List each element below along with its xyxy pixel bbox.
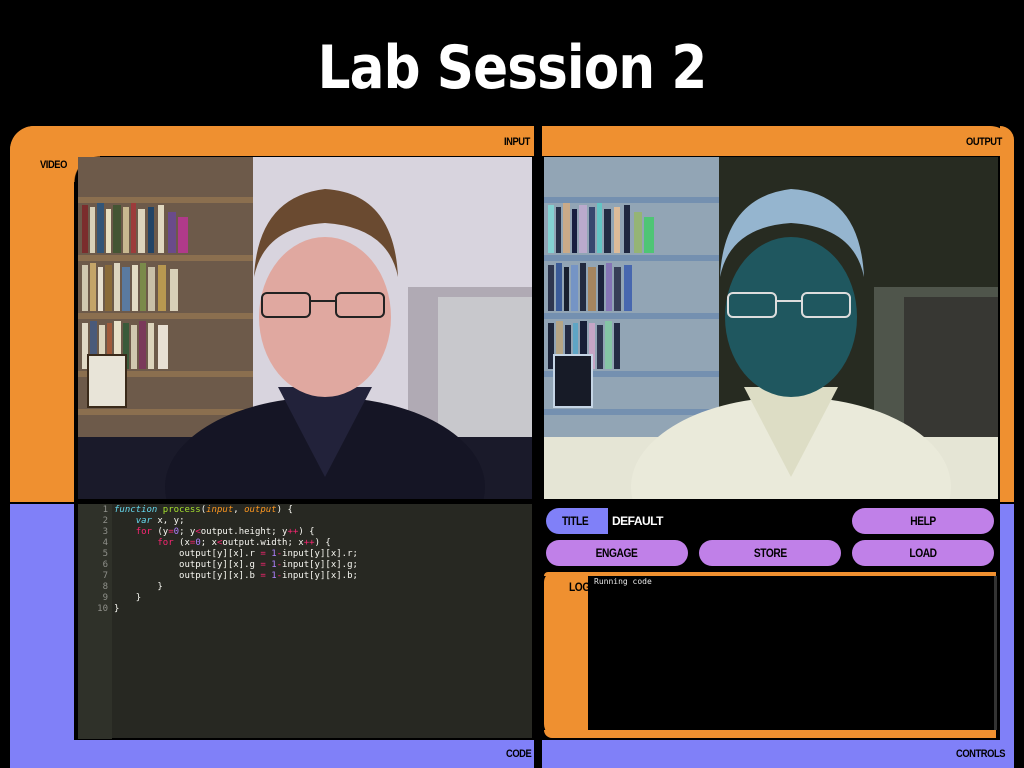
load-button-label: LOAD <box>909 546 937 560</box>
store-button[interactable]: STORE <box>699 540 841 566</box>
line-number: 3 <box>102 527 108 537</box>
code-line: for (x=0; x<output.width; x++) { <box>157 538 331 548</box>
line-number: 2 <box>102 516 108 526</box>
code-label: CODE <box>506 748 532 760</box>
controls-frame-bottom-bar <box>542 740 1014 768</box>
code-line: output[y][x].b = 1-input[y][x].b; <box>179 571 358 581</box>
title-label: TITLE <box>561 514 589 528</box>
output-video-frame <box>544 157 998 499</box>
log-frame-bottom <box>544 730 996 738</box>
line-number: 9 <box>102 593 108 603</box>
code-line: } <box>114 604 120 614</box>
code-line: output[y][x].g = 1-input[y][x].g; <box>179 560 358 570</box>
code-line: } <box>157 582 163 592</box>
log-frame-side <box>544 572 588 738</box>
line-number: 1 <box>102 505 108 515</box>
code-gutter: 1 2 3 4 5 6 7 8 9 10 <box>78 504 112 739</box>
input-label: INPUT <box>504 136 530 148</box>
video-label: VIDEO <box>40 159 67 171</box>
store-button-label: STORE <box>753 546 787 560</box>
controls-frame-side-bar <box>1000 504 1014 768</box>
code-line: var x, y; <box>135 516 185 526</box>
line-number: 8 <box>102 582 108 592</box>
load-button[interactable]: LOAD <box>852 540 994 566</box>
title-value[interactable]: DEFAULT <box>612 514 663 528</box>
input-frame-top-bar <box>10 126 534 156</box>
line-number: 6 <box>102 560 108 570</box>
code-content[interactable]: function process(input, output) { var x,… <box>114 505 528 615</box>
log-text: Running code <box>594 577 652 586</box>
log-label: LOG <box>569 580 590 594</box>
line-number: 5 <box>102 549 108 559</box>
code-line: function process(input, output) { <box>114 505 293 515</box>
help-button-label: HELP <box>910 514 936 528</box>
engage-button-label: ENGAGE <box>596 546 638 560</box>
input-frame-side-bar <box>10 126 74 502</box>
output-label: OUTPUT <box>966 136 1002 148</box>
title-label-box: TITLE <box>546 508 608 534</box>
help-button[interactable]: HELP <box>852 508 994 534</box>
controls-label: CONTROLS <box>956 748 1006 760</box>
log-output[interactable]: Running code <box>588 576 997 730</box>
output-frame-side-bar <box>1000 126 1014 502</box>
code-line: } <box>135 593 142 603</box>
line-number: 4 <box>102 538 108 548</box>
engage-button[interactable]: ENGAGE <box>546 540 688 566</box>
controls-panel: TITLE DEFAULT HELP ENGAGE STORE LOAD LOG… <box>544 504 998 738</box>
input-video-frame <box>78 157 532 499</box>
code-line: output[y][x].r = 1-input[y][x].r; <box>179 549 358 559</box>
output-frame-top-bar <box>542 126 1014 156</box>
line-number: 10 <box>97 604 108 614</box>
code-editor[interactable]: 1 2 3 4 5 6 7 8 9 10 function process(input, outp… <box>78 504 532 739</box>
output-video <box>544 157 998 499</box>
code-frame-side-bar <box>10 504 74 768</box>
line-number: 7 <box>102 571 108 581</box>
code-frame-bottom-bar <box>10 740 534 768</box>
code-line: for (y=0; y<output.height; y++) { <box>135 527 315 537</box>
input-video <box>78 157 532 499</box>
slide-title: Lab Session 2 <box>317 33 708 103</box>
